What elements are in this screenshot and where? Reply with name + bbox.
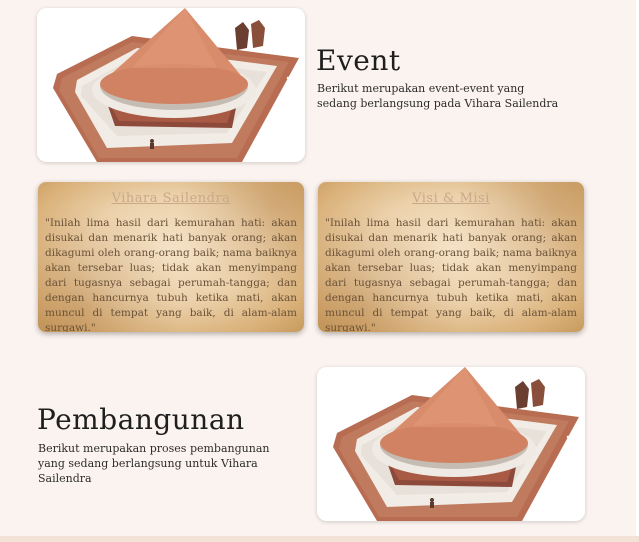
vihara-sailendra-card: Vihara Sailendra "Inilah lima hasil dari…: [38, 182, 304, 332]
chevron-left-icon[interactable]: [43, 76, 57, 96]
chevron-right-icon[interactable]: [565, 435, 579, 455]
pembangunan-description: Berikut merupakan proses pembangunan yan…: [38, 442, 270, 485]
chevron-right-icon[interactable]: [285, 76, 299, 96]
event-title: Event: [316, 44, 401, 77]
event-description: Berikut merupakan event-event yang sedan…: [317, 82, 559, 110]
card-body: "Inilah lima hasil dari kemurahan hati: …: [45, 217, 297, 332]
page: Event Berikut merupakan event-event yang…: [0, 0, 639, 542]
vihara-construction-image: [317, 367, 585, 521]
footer-band: [0, 536, 639, 542]
card-title: Visi & Misi: [412, 191, 490, 206]
event-carousel[interactable]: [37, 8, 305, 162]
pembangunan-title: Pembangunan: [37, 403, 245, 436]
vihara-render-image: [37, 8, 305, 162]
chevron-left-icon[interactable]: [323, 435, 337, 455]
pembangunan-carousel[interactable]: [317, 367, 585, 521]
card-title: Vihara Sailendra: [111, 191, 231, 206]
card-body: "Inilah lima hasil dari kemurahan hati: …: [325, 217, 577, 332]
visi-misi-card: Visi & Misi "Inilah lima hasil dari kemu…: [318, 182, 584, 332]
